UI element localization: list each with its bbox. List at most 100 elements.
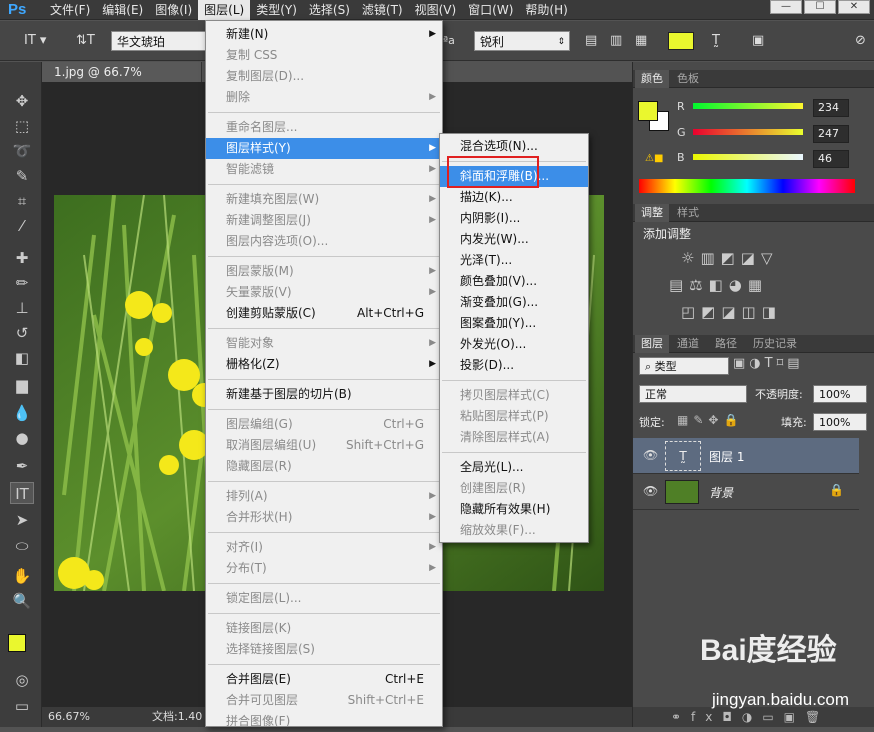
adjustment-icons-row-3[interactable]: ◰◩◪◫◨ bbox=[681, 303, 782, 321]
layer-row-layer1[interactable]: 👁 T̰ 图层 1 bbox=[633, 438, 859, 474]
menu-filter[interactable]: 滤镜(T) bbox=[356, 0, 409, 20]
color-foreground-swatch[interactable] bbox=[638, 101, 658, 121]
lasso-tool-icon[interactable]: ➰ bbox=[10, 140, 34, 162]
background-layer-name[interactable]: 背景 bbox=[709, 484, 733, 501]
tab-swatches[interactable]: 色板 bbox=[671, 70, 705, 88]
menu-layer[interactable]: 图层(L) bbox=[198, 0, 251, 20]
menu-type[interactable]: 类型(Y) bbox=[250, 0, 303, 20]
tab-color[interactable]: 颜色 bbox=[635, 70, 669, 88]
g-slider[interactable] bbox=[693, 129, 803, 135]
menu-edit[interactable]: 编辑(E) bbox=[96, 0, 149, 20]
layer-menu-item[interactable]: 图层样式(Y) ▶ bbox=[206, 138, 442, 159]
style-menu-item[interactable]: 投影(D)... bbox=[440, 355, 588, 376]
blend-mode-select[interactable]: 正常 bbox=[639, 385, 747, 403]
style-menu-item[interactable]: 混合选项(N)... bbox=[440, 136, 588, 157]
tab-styles[interactable]: 样式 bbox=[671, 204, 705, 222]
history-brush-icon[interactable]: ↺ bbox=[10, 322, 34, 344]
ellipse-tool-icon[interactable]: ⬭ bbox=[10, 535, 34, 557]
layer-menu-item[interactable]: 创建剪贴蒙版(C) Alt+Ctrl+G bbox=[206, 303, 442, 324]
align-center-icon[interactable]: ▥ bbox=[610, 30, 622, 52]
style-menu-item[interactable]: 描边(K)... bbox=[440, 187, 588, 208]
close-button[interactable]: ✕ bbox=[838, 0, 870, 14]
clone-stamp-icon[interactable]: ⊥ bbox=[10, 297, 34, 319]
layer-menu-item[interactable]: 新建(N) ▶ bbox=[206, 24, 442, 45]
layer-row-background[interactable]: 👁 背景 🔒 bbox=[633, 474, 859, 510]
tab-paths[interactable]: 路径 bbox=[709, 335, 743, 353]
marquee-tool-icon[interactable]: ⬚ bbox=[10, 115, 34, 137]
visibility-eye-icon[interactable]: 👁 bbox=[643, 448, 658, 462]
warp-text-icon[interactable]: T̰ bbox=[712, 30, 720, 52]
style-menu-item[interactable]: 内发光(W)... bbox=[440, 229, 588, 250]
quick-mask-icon[interactable]: ◎ bbox=[10, 669, 34, 691]
tab-channels[interactable]: 通道 bbox=[671, 335, 705, 353]
eyedropper-tool-icon[interactable]: ⁄ bbox=[10, 215, 34, 237]
crop-tool-icon[interactable]: ⌗ bbox=[10, 190, 34, 212]
font-family-select[interactable]: 华文琥珀 bbox=[111, 31, 211, 51]
layer-filter-select[interactable]: ⌕ 类型 bbox=[639, 357, 729, 375]
menu-help[interactable]: 帮助(H) bbox=[519, 0, 573, 20]
move-tool-icon[interactable]: ✥ bbox=[10, 90, 34, 112]
adjustment-icons-row-2[interactable]: ▤⚖◧◕▦ bbox=[669, 276, 768, 294]
zoom-tool-icon[interactable]: 🔍 bbox=[10, 590, 34, 612]
style-menu-item[interactable]: 渐变叠加(G)... bbox=[440, 292, 588, 313]
screen-mode-icon[interactable]: ▭ bbox=[10, 695, 34, 717]
cancel-icon[interactable]: ⊘ bbox=[855, 30, 866, 52]
pen-tool-icon[interactable]: ✒ bbox=[10, 455, 34, 477]
align-right-icon[interactable]: ▦ bbox=[635, 30, 647, 52]
fill-field[interactable]: 100% bbox=[813, 413, 867, 431]
style-menu-item[interactable]: 颜色叠加(V)... bbox=[440, 271, 588, 292]
color-spectrum-bar[interactable] bbox=[639, 179, 855, 193]
text-color-swatch[interactable] bbox=[668, 32, 694, 50]
style-menu-item[interactable]: 图案叠加(Y)... bbox=[440, 313, 588, 334]
r-value[interactable]: 234 bbox=[813, 99, 849, 117]
character-panel-icon[interactable]: ▣ bbox=[752, 30, 764, 52]
text-tool-preset-icon[interactable]: IT ▾ bbox=[24, 30, 46, 52]
tab-adjustments[interactable]: 调整 bbox=[635, 204, 669, 222]
opacity-field[interactable]: 100% bbox=[813, 385, 867, 403]
dodge-tool-icon[interactable]: ● bbox=[10, 427, 34, 449]
style-menu-item[interactable]: 光泽(T)... bbox=[440, 250, 588, 271]
lock-icons[interactable]: ▦✎✥🔒 bbox=[677, 413, 743, 427]
align-left-icon[interactable]: ▤ bbox=[585, 30, 597, 52]
style-menu-item[interactable]: 内阴影(I)... bbox=[440, 208, 588, 229]
document-tab[interactable]: 1.jpg @ 66.7%(RGB/8#)× bbox=[42, 62, 202, 99]
menu-view[interactable]: 视图(V) bbox=[409, 0, 463, 20]
b-slider[interactable] bbox=[693, 154, 803, 160]
tab-history[interactable]: 历史记录 bbox=[747, 335, 803, 353]
menu-select[interactable]: 选择(S) bbox=[303, 0, 356, 20]
visibility-eye-icon[interactable]: 👁 bbox=[643, 484, 658, 498]
brush-tool-icon[interactable]: ✏ bbox=[10, 272, 34, 294]
b-value[interactable]: 46 bbox=[813, 150, 849, 168]
style-menu-item[interactable]: 外发光(O)... bbox=[440, 334, 588, 355]
layer-menu-item[interactable]: 合并图层(E) Ctrl+E bbox=[206, 669, 442, 690]
hand-tool-icon[interactable]: ✋ bbox=[10, 565, 34, 587]
adjustment-icons-row-1[interactable]: ☼▥◩◪▽ bbox=[681, 249, 779, 267]
type-tool-icon[interactable]: IT bbox=[10, 482, 34, 504]
healing-brush-icon[interactable]: ✚ bbox=[10, 247, 34, 269]
eraser-tool-icon[interactable]: ◧ bbox=[10, 347, 34, 369]
menu-window[interactable]: 窗口(W) bbox=[462, 0, 519, 20]
foreground-color[interactable] bbox=[8, 634, 26, 652]
layer-menu-item[interactable]: 新建基于图层的切片(B) bbox=[206, 384, 442, 405]
anti-alias-select[interactable]: 锐利 ⇕ bbox=[474, 31, 570, 51]
r-slider[interactable] bbox=[693, 103, 803, 109]
blur-tool-icon[interactable]: 💧 bbox=[10, 402, 34, 424]
g-value[interactable]: 247 bbox=[813, 125, 849, 143]
menu-file[interactable]: 文件(F) bbox=[44, 0, 96, 20]
zoom-readout[interactable]: 66.67% bbox=[48, 710, 90, 723]
gradient-tool-icon[interactable]: ▆ bbox=[10, 374, 34, 396]
layer-filter-icons[interactable]: ▣◑T⌑▤ bbox=[733, 356, 804, 371]
tab-layers[interactable]: 图层 bbox=[635, 335, 669, 353]
text-orientation-icon[interactable]: ⇅T bbox=[76, 30, 95, 52]
layers-bottom-bar[interactable]: ⚭fx◘◑▭▣🗑 bbox=[633, 707, 874, 727]
maximize-button[interactable]: ☐ bbox=[804, 0, 836, 14]
menu-image[interactable]: 图像(I) bbox=[149, 0, 198, 20]
quick-select-tool-icon[interactable]: ✎ bbox=[10, 165, 34, 187]
style-menu-item[interactable]: 全局光(L)... bbox=[440, 457, 588, 478]
layer1-name[interactable]: 图层 1 bbox=[709, 448, 744, 465]
path-select-icon[interactable]: ➤ bbox=[10, 509, 34, 531]
style-menu-item[interactable]: 隐藏所有效果(H) bbox=[440, 499, 588, 520]
layer-menu-item[interactable]: 栅格化(Z) ▶ bbox=[206, 354, 442, 375]
gamut-warning-icon[interactable]: ⚠■ bbox=[645, 153, 663, 164]
minimize-button[interactable]: — bbox=[770, 0, 802, 14]
